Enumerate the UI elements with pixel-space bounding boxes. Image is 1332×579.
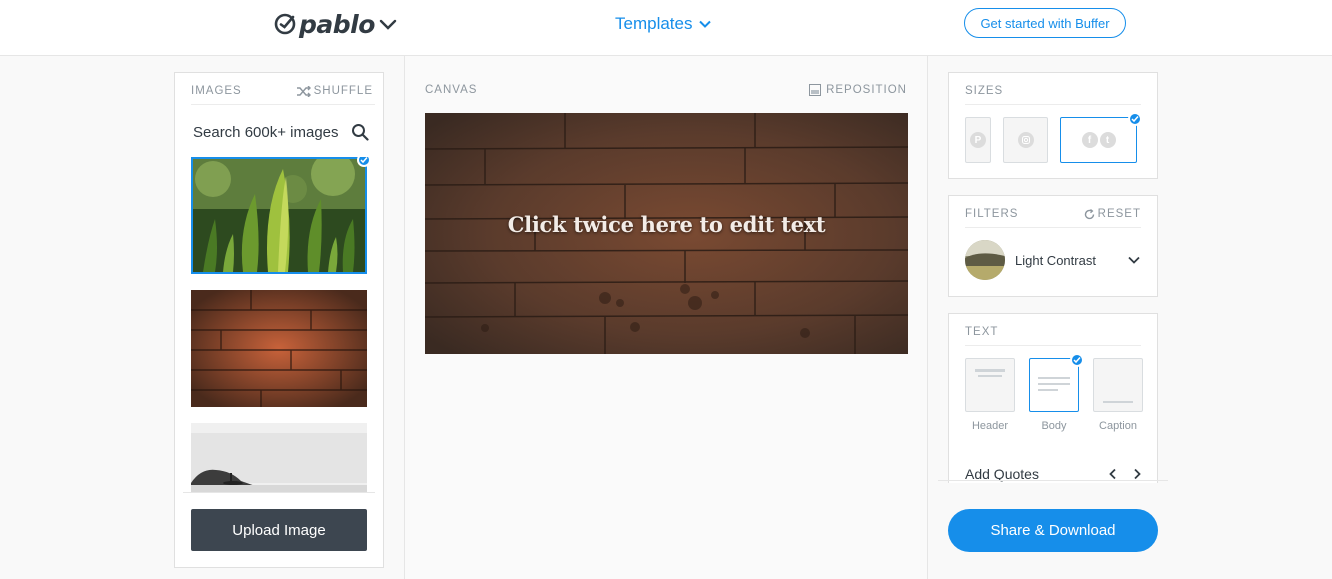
logo-text: pablo (299, 9, 375, 39)
text-panel: TEXT Header Body Caption Add Quotes (948, 313, 1158, 483)
filter-preview-thumbnail (965, 240, 1005, 280)
text-header: TEXT (965, 326, 1141, 338)
canvas-header: CANVAS REPOSITION (425, 84, 907, 96)
body-line-icon (1038, 383, 1070, 385)
upload-image-button[interactable]: Upload Image (191, 509, 367, 551)
divider (965, 227, 1141, 228)
images-title: IMAGES (191, 85, 242, 97)
selected-check-icon (1128, 112, 1142, 126)
image-thumbnail-coast[interactable] (191, 423, 367, 493)
shuffle-label: SHUFFLE (313, 85, 373, 97)
design-canvas[interactable]: Click twice here to edit text (425, 113, 908, 354)
text-style-body-label: Body (1041, 420, 1067, 432)
size-option-pinterest[interactable]: P (965, 117, 991, 163)
chevron-right-icon[interactable] (1131, 468, 1143, 480)
sizes-title: SIZES (965, 85, 1004, 97)
image-thumbnail-list[interactable] (191, 157, 369, 493)
canvas-column: CANVAS REPOSITION Click twice here to ed… (404, 56, 928, 579)
shuffle-icon (296, 85, 311, 97)
chevron-down-icon (1128, 256, 1140, 264)
facebook-icon: f (1081, 132, 1098, 148)
wood-image (191, 290, 367, 407)
text-style-header-label: Header (971, 420, 1009, 432)
images-panel-header: IMAGES SHUFFLE (191, 85, 373, 97)
templates-menu[interactable]: Templates (615, 14, 712, 34)
header-line-icon (978, 375, 1002, 377)
reset-label: RESET (1097, 208, 1141, 220)
chevron-down-icon[interactable] (379, 15, 397, 33)
search-icon[interactable] (351, 123, 369, 141)
caption-line-icon (1103, 401, 1133, 403)
twitter-icon: t (1099, 132, 1116, 148)
divider (965, 104, 1141, 105)
header-line-icon (975, 369, 1005, 372)
filters-panel: FILTERS RESET Light Contrast (948, 195, 1158, 297)
instagram-icon (1017, 132, 1034, 148)
filter-selected-label: Light Contrast (1015, 252, 1096, 268)
search-input[interactable] (193, 123, 343, 141)
reposition-label: REPOSITION (826, 84, 907, 96)
reposition-icon (809, 84, 822, 96)
selected-check-icon (357, 157, 369, 167)
divider (183, 492, 375, 493)
reset-icon (1084, 208, 1094, 219)
shuffle-button[interactable]: SHUFFLE (296, 85, 373, 97)
chevron-down-icon (699, 20, 712, 28)
text-style-caption[interactable] (1093, 358, 1143, 412)
text-style-caption-label: Caption (1099, 420, 1137, 432)
size-option-facebook-twitter[interactable]: f t (1060, 112, 1142, 163)
canvas-title: CANVAS (425, 84, 478, 96)
divider (965, 345, 1141, 346)
text-style-header[interactable] (965, 358, 1015, 412)
coast-image (191, 423, 367, 493)
share-download-button[interactable]: Share & Download (948, 509, 1158, 552)
sizes-panel: SIZES P f t (948, 72, 1158, 179)
chevron-left-icon[interactable] (1107, 468, 1119, 480)
text-title: TEXT (965, 326, 999, 338)
plant-image (193, 157, 365, 272)
reset-button[interactable]: RESET (1084, 208, 1141, 220)
pinterest-icon: P (970, 132, 986, 148)
canvas-overlay-text[interactable]: Click twice here to edit text (425, 212, 908, 237)
size-option-instagram[interactable] (1003, 117, 1048, 163)
get-started-button[interactable]: Get started with Buffer (964, 8, 1126, 38)
filters-title: FILTERS (965, 208, 1019, 220)
divider (191, 104, 375, 105)
image-thumbnail-plant[interactable] (191, 157, 369, 274)
body-line-icon (1038, 389, 1058, 391)
image-search (193, 123, 369, 141)
pablo-logo[interactable]: pablo (274, 8, 397, 40)
reposition-button[interactable]: REPOSITION (809, 84, 907, 96)
body-line-icon (1038, 377, 1070, 379)
filter-select[interactable]: Light Contrast (965, 240, 1141, 280)
images-panel: IMAGES SHUFFLE Search 600k+ images Uploa… (174, 72, 384, 568)
text-style-body[interactable] (1029, 353, 1084, 412)
image-thumbnail-wood[interactable] (191, 290, 367, 407)
selected-check-icon (1070, 353, 1084, 367)
divider (938, 480, 1168, 481)
sizes-header: SIZES (965, 85, 1141, 97)
quotes-nav (1107, 468, 1143, 480)
pablo-logo-icon (274, 13, 296, 35)
filters-header: FILTERS RESET (965, 208, 1141, 220)
templates-label: Templates (615, 14, 693, 33)
top-bar: pablo Templates Get started with Buffer (0, 0, 1332, 56)
